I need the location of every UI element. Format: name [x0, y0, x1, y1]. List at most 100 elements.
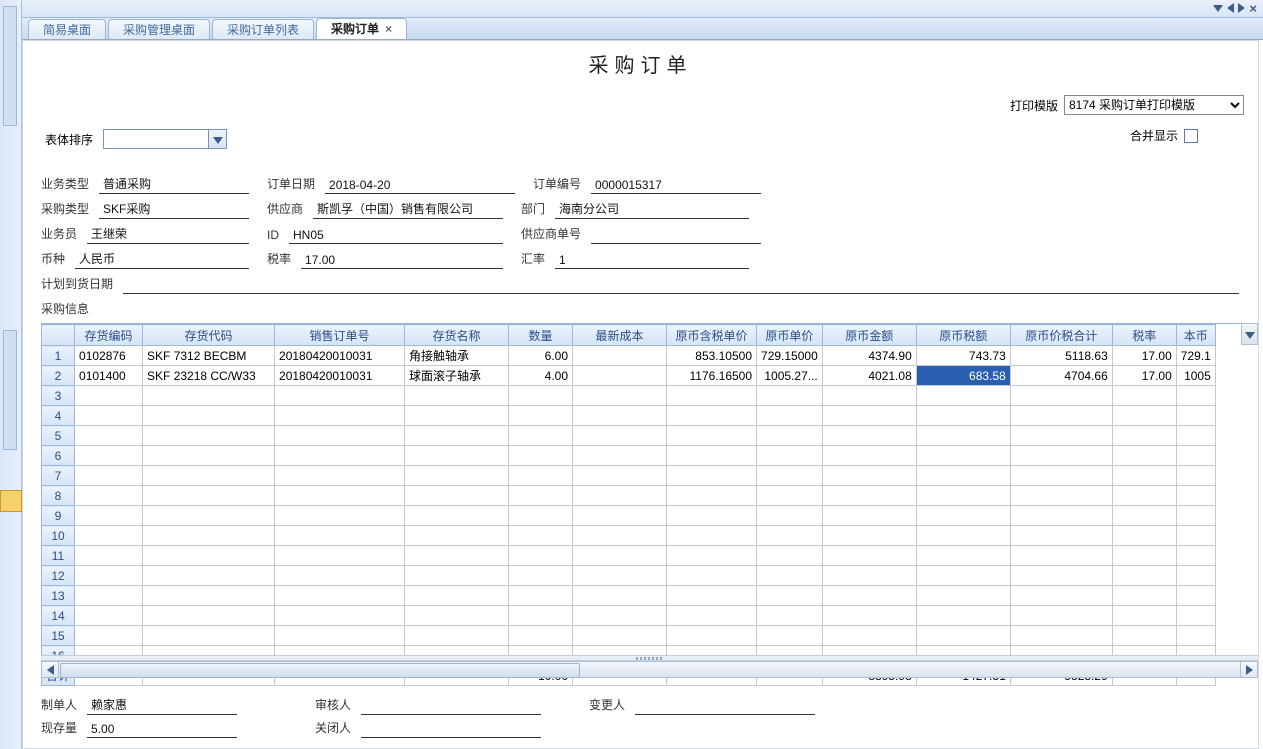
cell-empty[interactable]	[822, 606, 916, 626]
yellow-handle[interactable]	[0, 490, 22, 512]
cell-name[interactable]: 角接触轴承	[405, 346, 509, 366]
cell-empty[interactable]	[757, 606, 823, 626]
cell-empty[interactable]	[275, 486, 405, 506]
row-number[interactable]: 11	[42, 546, 75, 566]
cell-empty[interactable]	[275, 586, 405, 606]
cell-empty[interactable]	[275, 626, 405, 646]
cell-code[interactable]: 0102876	[75, 346, 143, 366]
cell-empty[interactable]	[822, 466, 916, 486]
cell-empty[interactable]	[916, 486, 1010, 506]
cell-empty[interactable]	[143, 526, 275, 546]
row-number[interactable]: 8	[42, 486, 75, 506]
col-total[interactable]: 原币价税合计	[1010, 325, 1112, 346]
cell-rate[interactable]: 17.00	[1112, 366, 1176, 386]
cell-empty[interactable]	[1176, 566, 1215, 586]
cell-empty[interactable]	[822, 386, 916, 406]
field-taxrate[interactable]: 17.00	[301, 253, 503, 269]
cell-empty[interactable]	[405, 446, 509, 466]
cell-empty[interactable]	[1176, 626, 1215, 646]
cell-empty[interactable]	[757, 566, 823, 586]
cell-empty[interactable]	[1010, 466, 1112, 486]
cell-empty[interactable]	[405, 486, 509, 506]
tab-close-icon[interactable]: ×	[385, 22, 392, 36]
cell-empty[interactable]	[573, 386, 667, 406]
field-biz-type[interactable]: 普通采购	[99, 175, 249, 194]
table-row[interactable]: 12	[42, 566, 1216, 586]
table-row[interactable]: 4	[42, 406, 1216, 426]
table-row[interactable]: 9	[42, 506, 1216, 526]
cell-empty[interactable]	[916, 466, 1010, 486]
cell-empty[interactable]	[916, 586, 1010, 606]
cell-empty[interactable]	[1176, 446, 1215, 466]
cell-empty[interactable]	[667, 466, 757, 486]
cell-empty[interactable]	[667, 586, 757, 606]
cell-empty[interactable]	[822, 586, 916, 606]
dropdown-icon[interactable]	[1213, 5, 1223, 12]
cell-empty[interactable]	[1010, 566, 1112, 586]
cell-empty[interactable]	[405, 526, 509, 546]
cell-empty[interactable]	[916, 446, 1010, 466]
cell-empty[interactable]	[757, 426, 823, 446]
cell-empty[interactable]	[143, 566, 275, 586]
cell-empty[interactable]	[667, 486, 757, 506]
cell-taxprice[interactable]: 1176.16500	[667, 366, 757, 386]
table-row[interactable]: 15	[42, 626, 1216, 646]
field-supno[interactable]	[591, 242, 761, 244]
cell-code[interactable]: 0101400	[75, 366, 143, 386]
cell-empty[interactable]	[573, 406, 667, 426]
cell-empty[interactable]	[275, 506, 405, 526]
table-row[interactable]: 5	[42, 426, 1216, 446]
cell-empty[interactable]	[75, 506, 143, 526]
cell-empty[interactable]	[405, 606, 509, 626]
cell-empty[interactable]	[1010, 546, 1112, 566]
cell-total[interactable]: 5118.63	[1010, 346, 1112, 366]
cell-empty[interactable]	[573, 446, 667, 466]
cell-empty[interactable]	[143, 426, 275, 446]
cell-empty[interactable]	[75, 486, 143, 506]
cell-local[interactable]: 729.1	[1176, 346, 1215, 366]
cell-empty[interactable]	[667, 506, 757, 526]
cell-empty[interactable]	[1112, 446, 1176, 466]
cell-empty[interactable]	[1112, 426, 1176, 446]
cell-empty[interactable]	[1112, 546, 1176, 566]
cell-empty[interactable]	[509, 446, 573, 466]
cell-empty[interactable]	[143, 506, 275, 526]
scroll-left-icon[interactable]	[42, 662, 59, 677]
table-row[interactable]: 7	[42, 466, 1216, 486]
table-row[interactable]: 14	[42, 606, 1216, 626]
cell-empty[interactable]	[509, 426, 573, 446]
row-number[interactable]: 2	[42, 366, 75, 386]
cell-empty[interactable]	[143, 586, 275, 606]
col-qty[interactable]: 数量	[509, 325, 573, 346]
tab-po-list[interactable]: 采购订单列表	[212, 19, 314, 39]
vertical-panel-1[interactable]	[3, 6, 17, 126]
cell-amount[interactable]: 4021.08	[822, 366, 916, 386]
vertical-scroll-stub[interactable]	[1241, 323, 1258, 345]
field-currency[interactable]: 人民币	[75, 250, 249, 269]
tab-simple-desktop[interactable]: 简易桌面	[28, 19, 106, 39]
cell-empty[interactable]	[1112, 486, 1176, 506]
cell-empty[interactable]	[509, 606, 573, 626]
cell-empty[interactable]	[916, 506, 1010, 526]
scroll-right-icon[interactable]	[1240, 662, 1257, 677]
cell-empty[interactable]	[573, 426, 667, 446]
cell-empty[interactable]	[916, 606, 1010, 626]
cell-empty[interactable]	[75, 466, 143, 486]
col-taxprice[interactable]: 原币含税单价	[667, 325, 757, 346]
field-pur-type[interactable]: SKF采购	[99, 200, 249, 219]
cell-empty[interactable]	[1112, 406, 1176, 426]
cell-empty[interactable]	[509, 406, 573, 426]
table-row[interactable]: 10102876SKF 7312 BECBM20180420010031角接触轴…	[42, 346, 1216, 366]
cell-empty[interactable]	[1112, 566, 1176, 586]
cell-empty[interactable]	[1010, 526, 1112, 546]
cell-empty[interactable]	[143, 466, 275, 486]
cell-empty[interactable]	[509, 626, 573, 646]
row-number[interactable]: 9	[42, 506, 75, 526]
cell-empty[interactable]	[509, 466, 573, 486]
cell-price[interactable]: 729.15000	[757, 346, 823, 366]
cell-empty[interactable]	[667, 526, 757, 546]
cell-empty[interactable]	[75, 426, 143, 446]
horizontal-scrollbar[interactable]	[41, 661, 1258, 678]
corner-cell[interactable]	[42, 325, 75, 346]
cell-empty[interactable]	[916, 386, 1010, 406]
